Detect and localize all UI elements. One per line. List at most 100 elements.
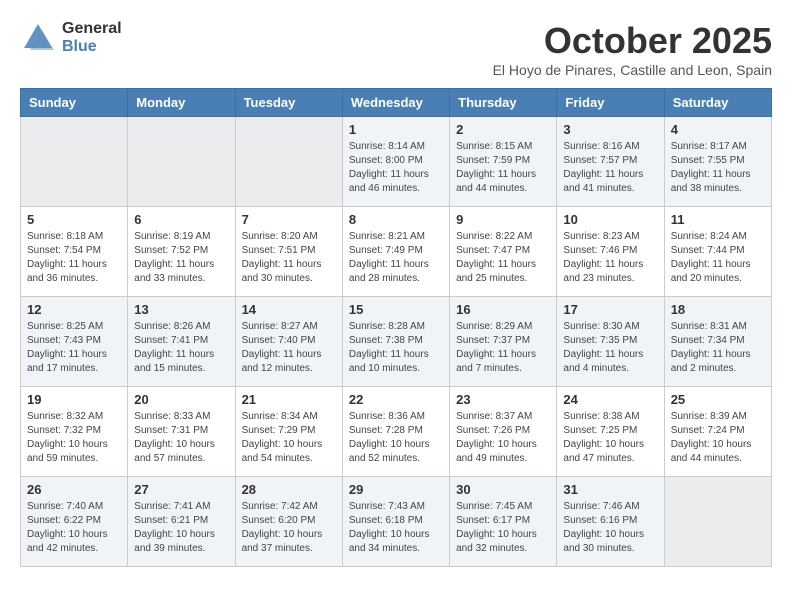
calendar-table: SundayMondayTuesdayWednesdayThursdayFrid… (20, 88, 772, 567)
logo: General Blue (20, 20, 122, 56)
calendar-cell: 20 Sunrise: 8:33 AM Sunset: 7:31 PM Dayli… (128, 387, 235, 477)
calendar-cell: 7Sunrise: 8:20 AM Sunset: 7:51 PM Daylig… (235, 207, 342, 297)
cell-info: Sunrise: 8:17 AM Sunset: 7:55 PM Dayligh… (671, 140, 765, 196)
day-number: 21 (242, 392, 336, 407)
calendar-cell: 22 Sunrise: 8:36 AM Sunset: 7:28 PM Dayli… (342, 387, 449, 477)
day-number: 5 (27, 212, 121, 227)
calendar-cell: 2 Sunrise: 8:15 AM Sunset: 7:59 PM Daylig… (450, 117, 557, 207)
calendar-cell: 10 Sunrise: 8:23 AM Sunset: 7:46 PM Dayli… (557, 207, 664, 297)
cell-info: Sunrise: 8:21 AM Sunset: 7:49 PM Dayligh… (349, 230, 443, 286)
day-number: 1 (349, 122, 443, 137)
weekday-header-row: SundayMondayTuesdayWednesdayThursdayFrid… (21, 89, 772, 117)
weekday-header-saturday: Saturday (664, 89, 771, 117)
title-block: October 2025 El Hoyo de Pinares, Castill… (493, 20, 772, 78)
calendar-cell (235, 117, 342, 207)
day-number: 29 (349, 482, 443, 497)
day-number: 2 (456, 122, 550, 137)
day-number: 15 (349, 302, 443, 317)
day-number: 19 (27, 392, 121, 407)
day-number: 30 (456, 482, 550, 497)
day-number: 12 (27, 302, 121, 317)
logo-text: General Blue (62, 20, 122, 55)
day-number: 25 (671, 392, 765, 407)
cell-info: Sunrise: 8:38 AM Sunset: 7:25 PM Dayligh… (563, 410, 657, 466)
logo-blue: Blue (62, 38, 122, 56)
day-number: 20 (134, 392, 228, 407)
cell-info: Sunrise: 8:16 AM Sunset: 7:57 PM Dayligh… (563, 140, 657, 196)
weekday-header-tuesday: Tuesday (235, 89, 342, 117)
cell-info: Sunrise: 8:36 AM Sunset: 7:28 PM Dayligh… (349, 410, 443, 466)
cell-info: Sunrise: 8:28 AM Sunset: 7:38 PM Dayligh… (349, 320, 443, 376)
day-number: 10 (563, 212, 657, 227)
calendar-cell: 26Sunrise: 7:40 AM Sunset: 6:22 PM Dayli… (21, 477, 128, 567)
cell-info: Sunrise: 8:24 AM Sunset: 7:44 PM Dayligh… (671, 230, 765, 286)
calendar-cell: 24Sunrise: 8:38 AM Sunset: 7:25 PM Dayli… (557, 387, 664, 477)
cell-info: Sunrise: 7:40 AM Sunset: 6:22 PM Dayligh… (27, 500, 121, 556)
cell-info: Sunrise: 8:31 AM Sunset: 7:34 PM Dayligh… (671, 320, 765, 376)
day-number: 17 (563, 302, 657, 317)
cell-info: Sunrise: 7:46 AM Sunset: 6:16 PM Dayligh… (563, 500, 657, 556)
day-number: 3 (563, 122, 657, 137)
cell-info: Sunrise: 8:39 AM Sunset: 7:24 PM Dayligh… (671, 410, 765, 466)
calendar-cell: 11 Sunrise: 8:24 AM Sunset: 7:44 PM Dayli… (664, 207, 771, 297)
calendar-cell: 31 Sunrise: 7:46 AM Sunset: 6:16 PM Dayli… (557, 477, 664, 567)
calendar-cell: 23 Sunrise: 8:37 AM Sunset: 7:26 PM Dayli… (450, 387, 557, 477)
calendar-cell: 21 Sunrise: 8:34 AM Sunset: 7:29 PM Dayli… (235, 387, 342, 477)
calendar-cell: 28 Sunrise: 7:42 AM Sunset: 6:20 PM Dayli… (235, 477, 342, 567)
cell-info: Sunrise: 7:42 AM Sunset: 6:20 PM Dayligh… (242, 500, 336, 556)
day-number: 8 (349, 212, 443, 227)
day-number: 4 (671, 122, 765, 137)
calendar-cell: 14Sunrise: 8:27 AM Sunset: 7:40 PM Dayli… (235, 297, 342, 387)
day-number: 11 (671, 212, 765, 227)
calendar-cell: 9 Sunrise: 8:22 AM Sunset: 7:47 PM Daylig… (450, 207, 557, 297)
cell-info: Sunrise: 8:15 AM Sunset: 7:59 PM Dayligh… (456, 140, 550, 196)
cell-info: Sunrise: 8:30 AM Sunset: 7:35 PM Dayligh… (563, 320, 657, 376)
calendar-cell: 3 Sunrise: 8:16 AM Sunset: 7:57 PM Daylig… (557, 117, 664, 207)
day-number: 23 (456, 392, 550, 407)
calendar-cell: 13 Sunrise: 8:26 AM Sunset: 7:41 PM Dayli… (128, 297, 235, 387)
calendar-cell: 29Sunrise: 7:43 AM Sunset: 6:18 PM Dayli… (342, 477, 449, 567)
cell-info: Sunrise: 8:34 AM Sunset: 7:29 PM Dayligh… (242, 410, 336, 466)
day-number: 9 (456, 212, 550, 227)
calendar-week-row: 12 Sunrise: 8:25 AM Sunset: 7:43 PM Dayli… (21, 297, 772, 387)
calendar-cell: 27Sunrise: 7:41 AM Sunset: 6:21 PM Dayli… (128, 477, 235, 567)
cell-info: Sunrise: 8:29 AM Sunset: 7:37 PM Dayligh… (456, 320, 550, 376)
day-number: 18 (671, 302, 765, 317)
calendar-cell (21, 117, 128, 207)
calendar-cell: 19 Sunrise: 8:32 AM Sunset: 7:32 PM Dayli… (21, 387, 128, 477)
cell-info: Sunrise: 8:37 AM Sunset: 7:26 PM Dayligh… (456, 410, 550, 466)
calendar-cell: 16 Sunrise: 8:29 AM Sunset: 7:37 PM Dayli… (450, 297, 557, 387)
cell-info: Sunrise: 8:18 AM Sunset: 7:54 PM Dayligh… (27, 230, 121, 286)
weekday-header-sunday: Sunday (21, 89, 128, 117)
day-number: 31 (563, 482, 657, 497)
cell-info: Sunrise: 8:23 AM Sunset: 7:46 PM Dayligh… (563, 230, 657, 286)
cell-info: Sunrise: 8:19 AM Sunset: 7:52 PM Dayligh… (134, 230, 228, 286)
calendar-cell: 5 Sunrise: 8:18 AM Sunset: 7:54 PM Daylig… (21, 207, 128, 297)
day-number: 16 (456, 302, 550, 317)
calendar-cell: 25 Sunrise: 8:39 AM Sunset: 7:24 PM Dayli… (664, 387, 771, 477)
calendar-cell: 1Sunrise: 8:14 AM Sunset: 8:00 PM Daylig… (342, 117, 449, 207)
calendar-week-row: 19 Sunrise: 8:32 AM Sunset: 7:32 PM Dayli… (21, 387, 772, 477)
calendar-cell: 15 Sunrise: 8:28 AM Sunset: 7:38 PM Dayli… (342, 297, 449, 387)
cell-info: Sunrise: 8:20 AM Sunset: 7:51 PM Dayligh… (242, 230, 336, 286)
cell-info: Sunrise: 8:33 AM Sunset: 7:31 PM Dayligh… (134, 410, 228, 466)
cell-info: Sunrise: 8:22 AM Sunset: 7:47 PM Dayligh… (456, 230, 550, 286)
calendar-week-row: 1Sunrise: 8:14 AM Sunset: 8:00 PM Daylig… (21, 117, 772, 207)
day-number: 13 (134, 302, 228, 317)
day-number: 28 (242, 482, 336, 497)
day-number: 6 (134, 212, 228, 227)
cell-info: Sunrise: 8:25 AM Sunset: 7:43 PM Dayligh… (27, 320, 121, 376)
calendar-cell: 12 Sunrise: 8:25 AM Sunset: 7:43 PM Dayli… (21, 297, 128, 387)
calendar-cell (128, 117, 235, 207)
logo-icon (20, 20, 56, 56)
calendar-cell: 4 Sunrise: 8:17 AM Sunset: 7:55 PM Daylig… (664, 117, 771, 207)
month-title: October 2025 (493, 20, 772, 62)
cell-info: Sunrise: 8:26 AM Sunset: 7:41 PM Dayligh… (134, 320, 228, 376)
cell-info: Sunrise: 7:45 AM Sunset: 6:17 PM Dayligh… (456, 500, 550, 556)
day-number: 14 (242, 302, 336, 317)
cell-info: Sunrise: 8:32 AM Sunset: 7:32 PM Dayligh… (27, 410, 121, 466)
weekday-header-thursday: Thursday (450, 89, 557, 117)
day-number: 22 (349, 392, 443, 407)
calendar-cell: 17 Sunrise: 8:30 AM Sunset: 7:35 PM Dayli… (557, 297, 664, 387)
day-number: 27 (134, 482, 228, 497)
